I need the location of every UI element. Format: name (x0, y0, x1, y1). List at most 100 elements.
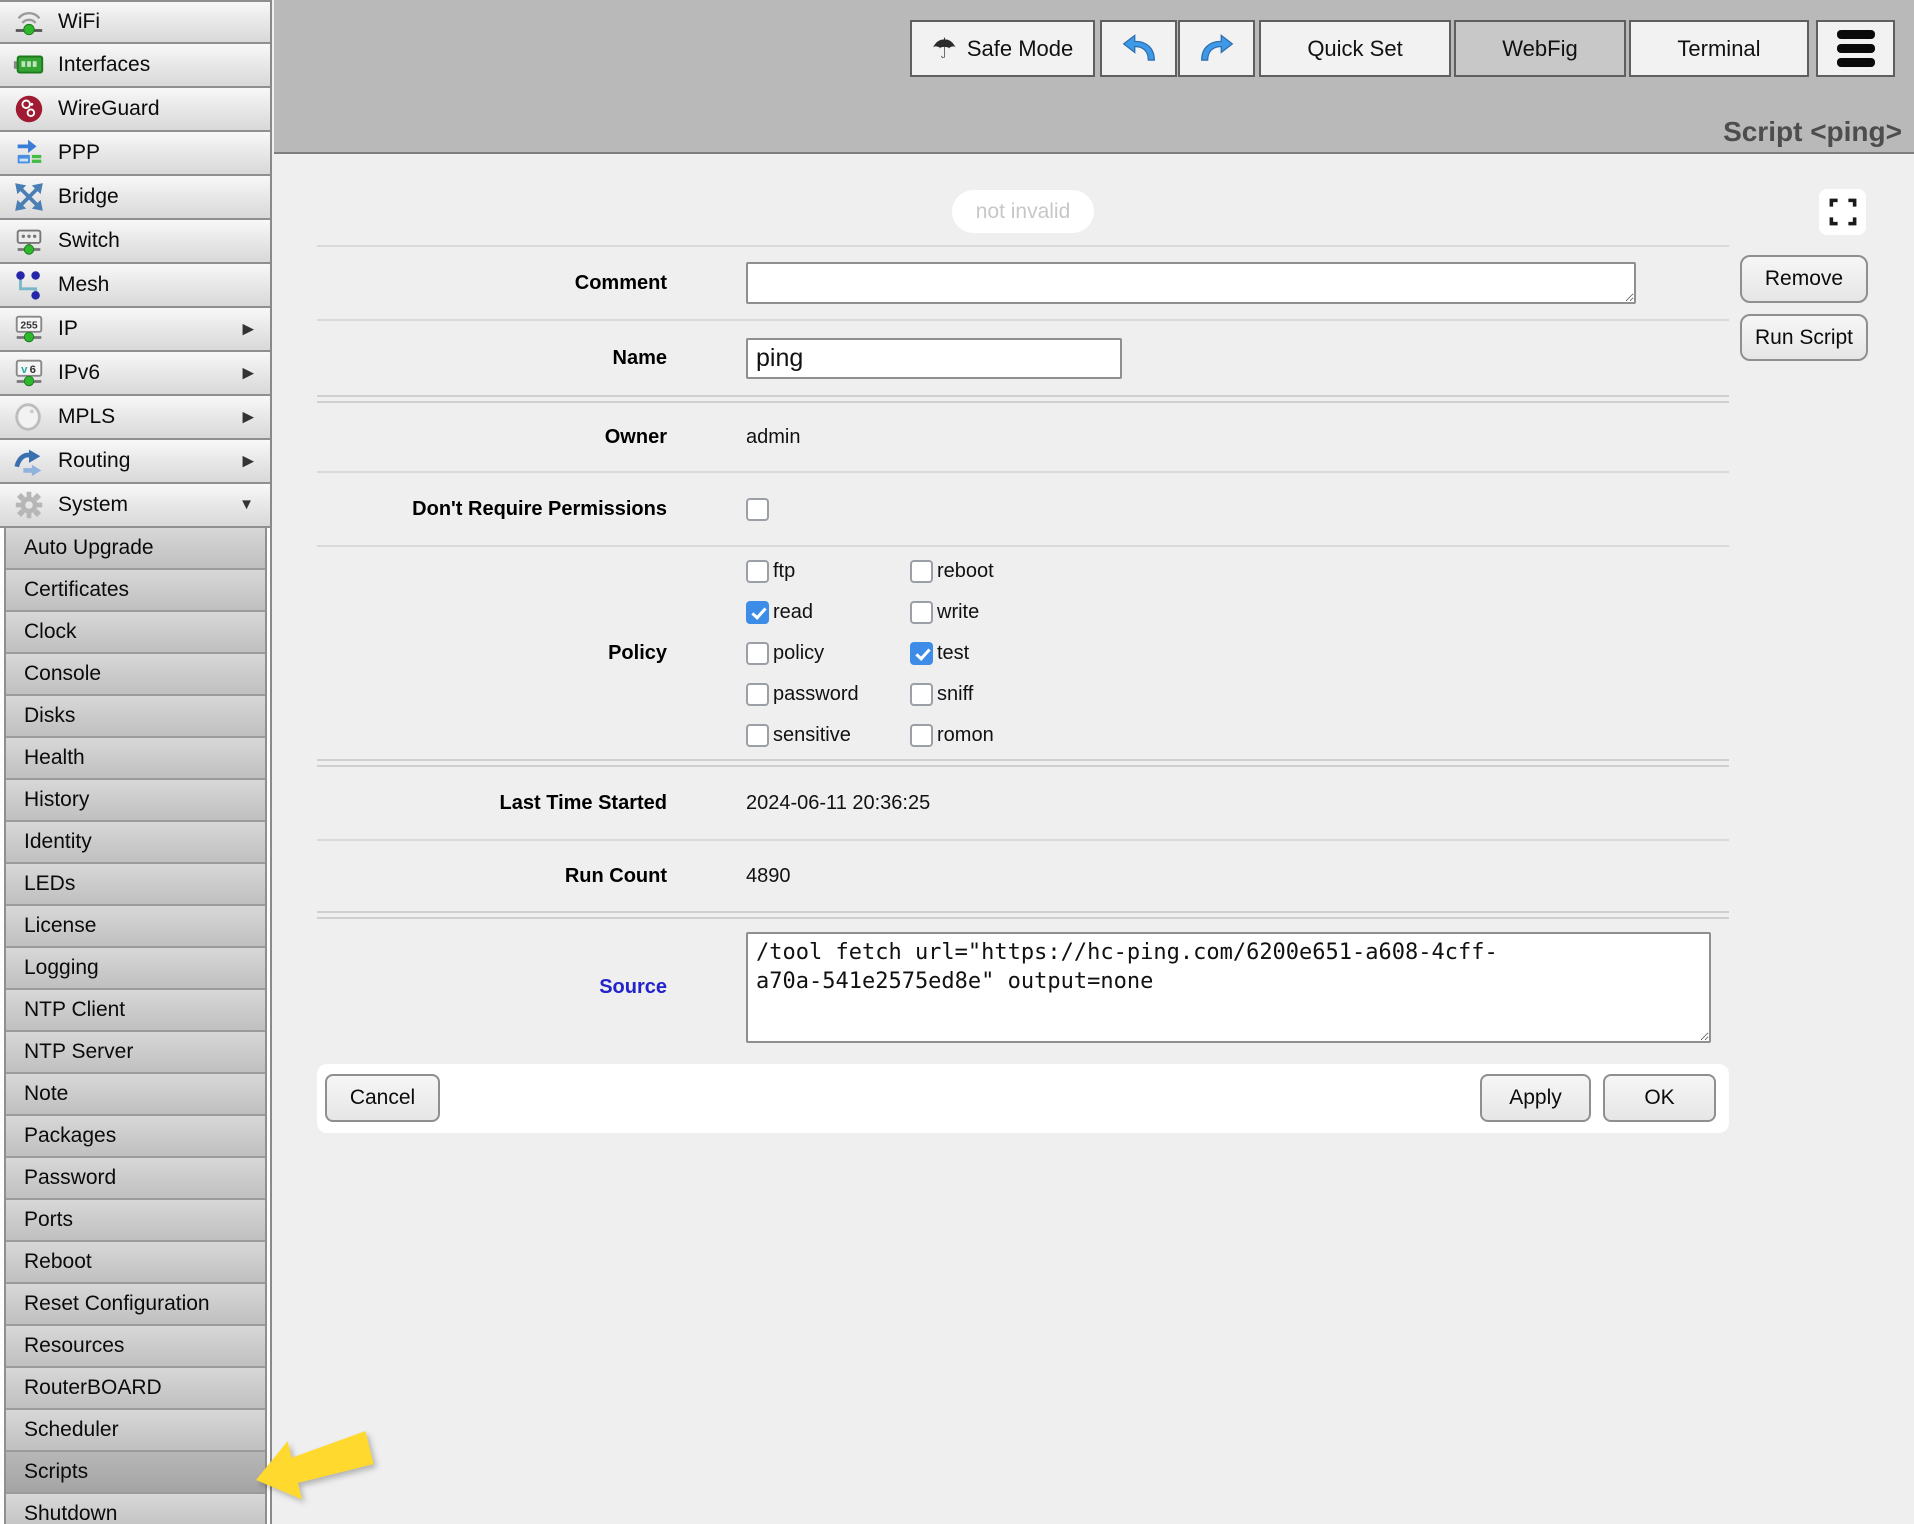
sidebar-item-console[interactable]: Console (6, 654, 265, 696)
bridge-icon (10, 178, 48, 216)
sidebar-item-note[interactable]: Note (6, 1074, 265, 1116)
chevron-down-icon (239, 496, 254, 514)
sidebar-item-reset-configuration[interactable]: Reset Configuration (6, 1284, 265, 1326)
svg-text:255: 255 (20, 321, 38, 332)
last-time-started-value: 2024-06-11 20:36:25 (746, 792, 930, 815)
owner-value: admin (746, 426, 800, 449)
ok-button[interactable]: OK (1603, 1074, 1716, 1122)
comment-input[interactable] (746, 262, 1636, 304)
sidebar-item-leds[interactable]: LEDs (6, 864, 265, 906)
interfaces-icon (10, 46, 48, 84)
svg-text:v: v (21, 364, 28, 376)
page-title: Script <ping> (1723, 116, 1902, 148)
sidebar-item-system[interactable]: System (0, 484, 270, 528)
sidebar-item-disks[interactable]: Disks (6, 696, 265, 738)
sidebar-item-routing[interactable]: Routing (0, 440, 270, 484)
run-script-button[interactable]: Run Script (1740, 314, 1868, 361)
policy-test[interactable]: test (910, 642, 1074, 665)
sidebar-item-password[interactable]: Password (6, 1158, 265, 1200)
hamburger-icon (1837, 30, 1875, 67)
policy-checkbox-grid: ftp reboot read write policy test passwo… (746, 560, 1074, 747)
wifi-icon (10, 3, 48, 41)
redo-button[interactable] (1178, 20, 1255, 77)
fullscreen-icon (1826, 195, 1860, 229)
status-badge: not invalid (952, 190, 1094, 233)
sidebar-item-ports[interactable]: Ports (6, 1200, 265, 1242)
policy-read[interactable]: read (746, 601, 910, 624)
policy-write[interactable]: write (910, 601, 1074, 624)
chevron-right-icon (242, 364, 254, 383)
ipv6-icon: v6 (10, 354, 48, 392)
sidebar: WiFi Interfaces WireGuard PPP Bridge (0, 0, 272, 1524)
sidebar-item-routerboard[interactable]: RouterBOARD (6, 1368, 265, 1410)
sidebar-item-ntp-client[interactable]: NTP Client (6, 990, 265, 1032)
top-toolbar: Safe Mode Quick Set WebFig Terminal Scri… (274, 0, 1914, 154)
quick-set-button[interactable]: Quick Set (1259, 20, 1451, 77)
safe-mode-button[interactable]: Safe Mode (910, 20, 1095, 77)
policy-reboot[interactable]: reboot (910, 560, 1074, 583)
menu-button[interactable] (1816, 20, 1895, 77)
sidebar-item-switch[interactable]: Switch (0, 220, 270, 264)
main-content: not invalid Remove Run Script Comment Na… (274, 156, 1914, 1524)
sidebar-item-packages[interactable]: Packages (6, 1116, 265, 1158)
webfig-tab[interactable]: WebFig (1454, 20, 1626, 77)
umbrella-icon (932, 32, 957, 65)
policy-password[interactable]: password (746, 683, 910, 706)
sidebar-item-mesh[interactable]: Mesh (0, 264, 270, 308)
sidebar-item-ppp[interactable]: PPP (0, 132, 270, 176)
wireguard-icon (10, 90, 48, 128)
comment-label: Comment (317, 272, 667, 295)
redo-icon (1200, 33, 1234, 65)
action-button-bar: Cancel Apply OK (317, 1064, 1729, 1133)
sidebar-item-reboot[interactable]: Reboot (6, 1242, 265, 1284)
remove-button[interactable]: Remove (1740, 255, 1868, 303)
sidebar-item-auto-upgrade[interactable]: Auto Upgrade (6, 528, 265, 570)
sidebar-item-logging[interactable]: Logging (6, 948, 265, 990)
sidebar-item-wifi[interactable]: WiFi (0, 0, 270, 44)
policy-sniff[interactable]: sniff (910, 683, 1074, 706)
sidebar-item-certificates[interactable]: Certificates (6, 570, 265, 612)
policy-sensitive[interactable]: sensitive (746, 724, 910, 747)
system-submenu: Auto Upgrade Certificates Clock Console … (4, 528, 267, 1524)
sidebar-item-wireguard[interactable]: WireGuard (0, 88, 270, 132)
source-input[interactable]: /tool fetch url="https://hc-ping.com/620… (746, 932, 1711, 1043)
ppp-icon (10, 134, 48, 172)
source-label: Source (317, 976, 667, 999)
name-input[interactable] (746, 338, 1122, 379)
sidebar-item-identity[interactable]: Identity (6, 822, 265, 864)
sidebar-item-shutdown[interactable]: Shutdown (6, 1494, 265, 1524)
fullscreen-button[interactable] (1819, 189, 1866, 235)
sidebar-item-bridge[interactable]: Bridge (0, 176, 270, 220)
policy-romon[interactable]: romon (910, 724, 1074, 747)
undo-icon (1122, 33, 1156, 65)
dont-require-permissions-checkbox[interactable] (746, 498, 769, 521)
cancel-button[interactable]: Cancel (325, 1074, 440, 1122)
apply-button[interactable]: Apply (1480, 1074, 1591, 1122)
sidebar-item-interfaces[interactable]: Interfaces (0, 44, 270, 88)
sidebar-item-ipv6[interactable]: v6 IPv6 (0, 352, 270, 396)
system-gear-icon (10, 486, 48, 524)
dont-require-permissions-label: Don't Require Permissions (317, 498, 667, 521)
undo-button[interactable] (1100, 20, 1177, 77)
sidebar-item-resources[interactable]: Resources (6, 1326, 265, 1368)
sidebar-item-health[interactable]: Health (6, 738, 265, 780)
sidebar-item-ip[interactable]: 255 IP (0, 308, 270, 352)
owner-label: Owner (317, 426, 667, 449)
terminal-tab[interactable]: Terminal (1629, 20, 1809, 77)
policy-ftp[interactable]: ftp (746, 560, 910, 583)
sidebar-item-mpls[interactable]: MPLS (0, 396, 270, 440)
svg-text:6: 6 (30, 364, 36, 376)
routing-icon (10, 442, 48, 480)
sidebar-item-scheduler[interactable]: Scheduler (6, 1410, 265, 1452)
sidebar-item-ntp-server[interactable]: NTP Server (6, 1032, 265, 1074)
mesh-icon (10, 266, 48, 304)
sidebar-item-license[interactable]: License (6, 906, 265, 948)
sidebar-item-history[interactable]: History (6, 780, 265, 822)
webfig-screen: WiFi Interfaces WireGuard PPP Bridge (0, 0, 1914, 1524)
chevron-right-icon (242, 452, 254, 471)
ip-icon: 255 (10, 310, 48, 348)
sidebar-item-clock[interactable]: Clock (6, 612, 265, 654)
policy-policy[interactable]: policy (746, 642, 910, 665)
sidebar-item-scripts[interactable]: Scripts (6, 1452, 265, 1494)
run-count-label: Run Count (317, 865, 667, 888)
